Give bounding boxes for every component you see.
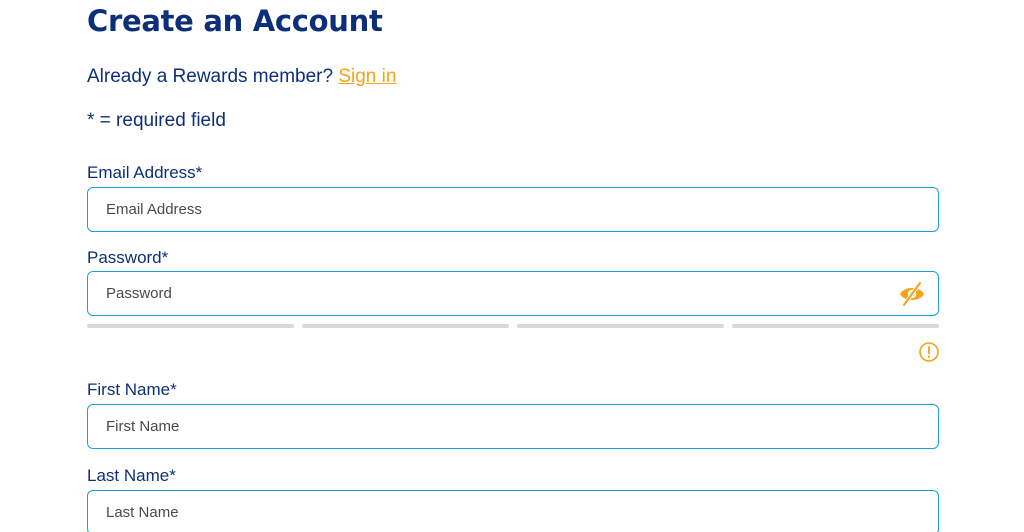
info-circle-icon[interactable]	[918, 341, 940, 363]
password-field-container	[87, 271, 939, 316]
create-account-form: Create an Account Already a Rewards memb…	[0, 0, 1024, 532]
page-title: Create an Account	[87, 4, 383, 38]
password-strength-segment-2	[302, 324, 509, 328]
last-name-label: Last Name*	[87, 466, 176, 485]
last-name-field-container	[87, 490, 939, 532]
password-strength-segment-1	[87, 324, 294, 328]
required-field-note: * = required field	[87, 110, 226, 131]
last-name-input[interactable]	[88, 491, 938, 532]
sign-in-link[interactable]: Sign in	[338, 66, 396, 87]
password-strength-segment-3	[517, 324, 724, 328]
first-name-input[interactable]	[88, 405, 938, 448]
eye-slash-icon[interactable]	[898, 281, 926, 307]
email-label: Email Address*	[87, 163, 203, 182]
signin-prompt-text: Already a Rewards member?	[87, 66, 334, 87]
password-input[interactable]	[88, 272, 938, 315]
password-label: Password*	[87, 248, 169, 267]
first-name-field-container	[87, 404, 939, 449]
email-field-container	[87, 187, 939, 232]
email-input[interactable]	[88, 188, 938, 231]
password-strength-segment-4	[732, 324, 939, 328]
signin-prompt: Already a Rewards member? Sign in	[87, 66, 396, 88]
first-name-label: First Name*	[87, 380, 177, 399]
